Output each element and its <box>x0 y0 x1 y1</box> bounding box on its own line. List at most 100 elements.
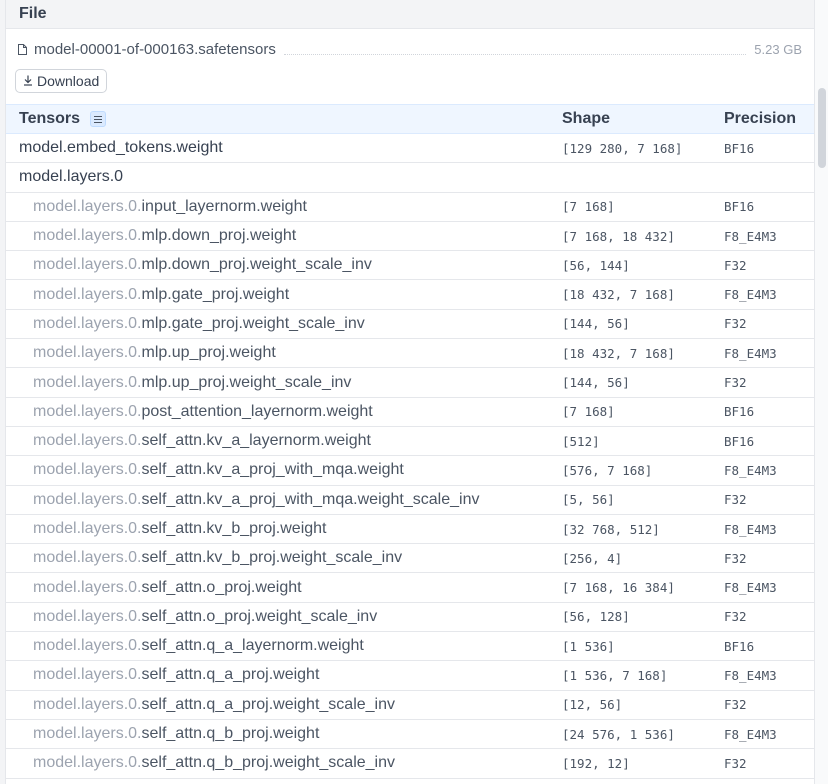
table-row[interactable]: model.layers.0.self_attn.kv_a_proj_with_… <box>6 456 815 486</box>
tensor-name: model.layers.0.self_attn.q_a_proj.weight… <box>6 696 562 714</box>
tensor-name-suffix: mlp.up_proj.weight_scale_inv <box>141 373 352 391</box>
tensor-name-prefix: model.layers.0. <box>33 695 142 713</box>
file-size: 5.23 GB <box>754 41 802 57</box>
table-row[interactable]: model.layers.0 <box>6 163 815 193</box>
tensor-name: model.layers.0 <box>19 168 124 186</box>
file-header-title: File <box>19 5 47 22</box>
tensor-name: model.layers.0.self_attn.kv_b_proj.weigh… <box>6 520 562 538</box>
file-name[interactable]: model-00001-of-000163.safetensors <box>34 41 276 58</box>
table-row[interactable]: model.layers.0.mlp.gate_proj.weight_scal… <box>6 310 815 340</box>
tensor-name-prefix: model.layers.0. <box>33 490 142 508</box>
tensor-shape: [144, 56] <box>562 316 630 332</box>
tensor-name-suffix: self_attn.q_a_proj.weight_scale_inv <box>141 695 396 713</box>
table-row[interactable]: model.layers.0.self_attn.kv_b_proj.weigh… <box>6 544 815 574</box>
tensor-precision: F8_E4M3 <box>724 667 777 683</box>
tensor-name: model.layers.0.mlp.down_proj.weight <box>6 227 562 245</box>
tensor-precision: F8_E4M3 <box>724 345 777 361</box>
tensor-name: model.layers.0.mlp.up_proj.weight_scale_… <box>6 374 562 392</box>
tensor-shape: [1 536] <box>562 638 615 654</box>
file-header: File <box>6 0 828 29</box>
tensor-name-prefix: model.layers.0. <box>33 256 142 274</box>
download-icon <box>23 73 33 89</box>
tensor-precision: F8_E4M3 <box>724 521 777 537</box>
tensor-name-prefix: model.layers.0. <box>33 373 142 391</box>
tensors-table: Tensors Shape Precision model.embed_toke… <box>6 104 815 779</box>
scrollbar[interactable] <box>814 0 828 784</box>
tensor-name-suffix: self_attn.kv_a_proj_with_mqa.weight_scal… <box>141 490 480 508</box>
tensor-shape: [192, 12] <box>562 755 630 771</box>
tensor-name-suffix: self_attn.kv_b_proj.weight <box>141 520 327 537</box>
tensor-shape: [1 536, 7 168] <box>562 667 668 683</box>
tensor-precision: F8_E4M3 <box>724 228 777 244</box>
tensor-name-prefix: model.layers.0. <box>33 461 142 479</box>
tensor-name: model.layers.0.self_attn.kv_b_proj.weigh… <box>6 549 562 567</box>
menu-icon[interactable] <box>90 111 107 127</box>
tensor-name-prefix: model.layers.0. <box>33 725 142 743</box>
table-row[interactable]: model.layers.0.self_attn.o_proj.weight_s… <box>6 603 815 633</box>
tensor-precision: F32 <box>724 697 747 713</box>
tensor-shape: [512] <box>562 433 600 449</box>
tensor-precision: F32 <box>724 316 747 332</box>
tensor-name: model.layers.0.self_attn.q_b_proj.weight <box>6 725 562 743</box>
tensor-name: model.layers.0.self_attn.kv_a_proj_with_… <box>6 491 562 509</box>
tensor-name-suffix: self_attn.q_b_proj.weight <box>141 725 320 743</box>
tensor-name-suffix: self_attn.q_a_layernorm.weight <box>141 637 364 655</box>
tensor-name-prefix: model.layers.0. <box>33 314 142 332</box>
tensor-name-prefix: model.layers.0. <box>33 432 142 450</box>
table-row[interactable]: model.layers.0.mlp.up_proj.weight_scale_… <box>6 368 815 398</box>
tensor-precision: F8_E4M3 <box>724 726 777 742</box>
tensor-shape: [7 168, 16 384] <box>562 580 675 596</box>
tensor-precision: BF16 <box>724 433 755 449</box>
tensor-shape: [256, 4] <box>562 550 623 566</box>
tensor-name: model.layers.0.self_attn.o_proj.weight_s… <box>6 608 562 626</box>
table-row[interactable]: model.layers.0.self_attn.q_b_proj.weight… <box>6 749 815 779</box>
tensor-name-suffix: input_layernorm.weight <box>141 197 307 215</box>
tensor-precision: F32 <box>724 609 747 625</box>
tensor-name-prefix: model.layers.0. <box>33 344 142 362</box>
tensor-name: model.layers.0.self_attn.q_a_layernorm.w… <box>6 637 562 655</box>
tensor-precision: BF16 <box>724 638 755 654</box>
tensor-precision: BF16 <box>724 404 755 420</box>
table-row[interactable]: model.layers.0.self_attn.kv_a_layernorm.… <box>6 427 815 457</box>
tensor-precision: BF16 <box>724 199 755 215</box>
tensor-precision: F8_E4M3 <box>724 462 777 478</box>
table-row[interactable]: model.layers.0.self_attn.kv_a_proj_with_… <box>6 486 815 515</box>
table-row[interactable]: model.layers.0.self_attn.q_a_proj.weight… <box>6 661 815 691</box>
tensor-name-prefix: model.layers.0. <box>33 402 142 420</box>
tensor-name: model.layers.0.mlp.gate_proj.weight_scal… <box>6 315 562 333</box>
table-body: model.embed_tokens.weight [129 280, 7 168… <box>6 134 815 779</box>
table-row[interactable]: model.layers.0.post_attention_layernorm.… <box>6 398 815 427</box>
table-row[interactable]: model.layers.0.mlp.gate_proj.weight [18 4… <box>6 280 815 310</box>
tensor-name-prefix: model.layers.0. <box>33 578 142 596</box>
tensor-name-prefix: model.layers.0. <box>33 549 142 567</box>
table-row[interactable]: model.embed_tokens.weight [129 280, 7 168… <box>6 134 815 164</box>
tensor-name-suffix: self_attn.q_b_proj.weight_scale_inv <box>141 754 396 772</box>
tensor-name-suffix: self_attn.o_proj.weight_scale_inv <box>141 607 378 625</box>
table-row[interactable]: model.layers.0.self_attn.q_a_proj.weight… <box>6 691 815 720</box>
table-row[interactable]: model.layers.0.input_layernorm.weight [7 … <box>6 193 815 222</box>
download-label: Download <box>37 73 100 89</box>
file-icon <box>18 43 28 55</box>
table-row[interactable]: model.layers.0.mlp.down_proj.weight_scal… <box>6 251 815 281</box>
table-row[interactable]: model.layers.0.self_attn.q_b_proj.weight… <box>6 720 815 750</box>
column-header-shape: Shape <box>562 110 611 127</box>
tensor-name-suffix: mlp.gate_proj.weight <box>141 285 290 303</box>
table-row[interactable]: model.layers.0.self_attn.q_a_layernorm.w… <box>6 632 815 662</box>
tensor-name: model.layers.0.input_layernorm.weight <box>6 198 562 216</box>
column-header-precision: Precision <box>724 110 797 127</box>
tensor-name-suffix: self_attn.kv_a_proj_with_mqa.weight <box>141 461 404 479</box>
table-row[interactable]: model.layers.0.self_attn.o_proj.weight [7… <box>6 573 815 603</box>
tensor-name-prefix: model.layers.0. <box>33 520 142 537</box>
tensor-precision: BF16 <box>724 140 755 156</box>
table-row[interactable]: model.layers.0.mlp.up_proj.weight [18 432… <box>6 339 815 369</box>
tensor-shape: [7 168] <box>562 404 615 420</box>
tensor-shape: [12, 56] <box>562 697 623 713</box>
download-button[interactable]: Download <box>15 69 108 93</box>
tensor-shape: [5, 56] <box>562 492 615 508</box>
table-row[interactable]: model.layers.0.mlp.down_proj.weight [7 16… <box>6 222 815 252</box>
table-row[interactable]: model.layers.0.self_attn.kv_b_proj.weigh… <box>6 515 815 545</box>
download-row: Download <box>6 69 828 104</box>
scrollbar-thumb[interactable] <box>818 88 826 168</box>
table-header: Tensors Shape Precision <box>6 104 815 134</box>
file-info-row: model-00001-of-000163.safetensors 5.23 G… <box>6 29 828 69</box>
